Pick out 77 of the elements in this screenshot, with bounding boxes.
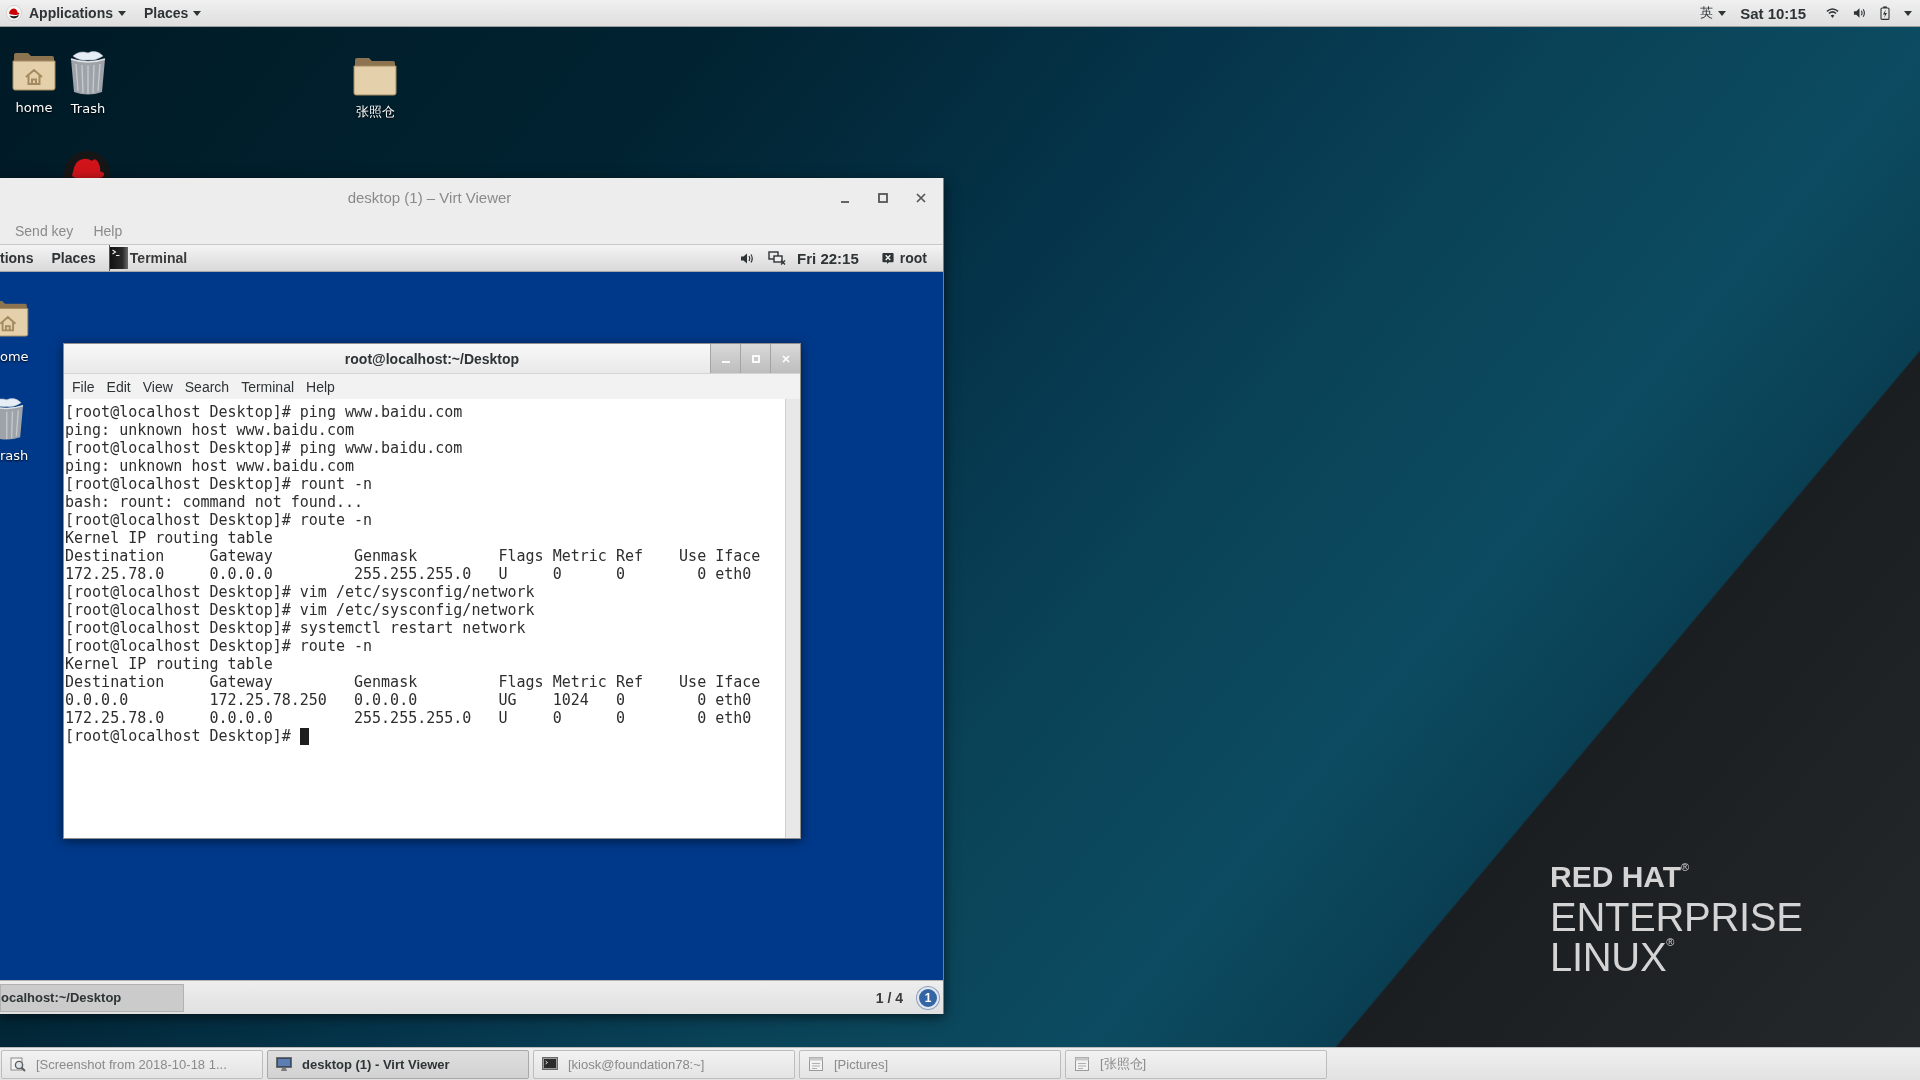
magnifier-icon bbox=[10, 1056, 26, 1072]
top-menu[interactable]: Applications bbox=[29, 0, 132, 26]
window-list-button[interactable]: ocalhost:~/Desktop bbox=[0, 983, 184, 1012]
menu-item[interactable]: Help bbox=[300, 378, 341, 395]
volume-icon[interactable] bbox=[1853, 7, 1866, 19]
desktop-icon-label[interactable]: rash bbox=[0, 448, 29, 463]
home-folder-icon[interactable] bbox=[12, 51, 56, 91]
terminal-line: [root@localhost Desktop]# ping www.baidu.com bbox=[65, 439, 464, 457]
terminal-line: Destination Gateway Genmask Flags Metric Ref Use Iface bbox=[65, 547, 762, 565]
terminal-line: Kernel IP routing table bbox=[65, 529, 274, 547]
logo-text: ENTERPRISE bbox=[1550, 897, 1803, 937]
minimize-icon bbox=[841, 200, 849, 203]
top-menu[interactable]: Places bbox=[138, 0, 208, 26]
window-icon bbox=[1074, 1056, 1090, 1072]
folder-icon[interactable] bbox=[353, 56, 397, 96]
workspace-indicator[interactable]: 1 / 4 bbox=[875, 989, 903, 1006]
volume-icon[interactable] bbox=[740, 251, 755, 265]
terminal-line: 172.25.78.0 0.0.0.0 255.255.255.0 U 0 0 0 eth0 bbox=[65, 709, 753, 727]
crossed-box-icon bbox=[880, 251, 895, 265]
terminal-prompt: [root@localhost Desktop]# bbox=[65, 727, 291, 745]
caret-icon[interactable] bbox=[1904, 10, 1912, 16]
maximize-icon bbox=[878, 192, 888, 203]
menu-item[interactable]: Search bbox=[178, 378, 236, 395]
home-folder-icon[interactable] bbox=[0, 299, 29, 337]
terminal-line: [root@localhost Desktop]# rount -n bbox=[65, 475, 374, 493]
close-icon bbox=[916, 192, 926, 203]
menu-item[interactable]: Terminal bbox=[235, 378, 301, 395]
terminal-line: Kernel IP routing table bbox=[65, 655, 274, 673]
taskbar-button[interactable]: desktop (1) - Virt Viewer bbox=[267, 1049, 529, 1079]
terminal-line: [root@localhost Desktop]# route -n bbox=[65, 637, 374, 655]
window-title: desktop (1) – Virt Viewer bbox=[346, 189, 513, 206]
terminal-line: [root@localhost Desktop]# route -n bbox=[65, 511, 374, 529]
desktop-icon-label[interactable]: ome bbox=[0, 349, 29, 364]
window-title: root@localhost:~/Desktop bbox=[343, 350, 521, 367]
battery-icon[interactable] bbox=[1880, 6, 1890, 20]
menu-item[interactable]: Edit bbox=[100, 378, 137, 395]
trash-icon[interactable] bbox=[0, 397, 26, 441]
terminal-line: Destination Gateway Genmask Flags Metric Ref Use Iface bbox=[65, 673, 762, 691]
terminal-line: ping: unknown host www.baidu.com bbox=[65, 457, 355, 475]
maximize-icon bbox=[751, 354, 760, 363]
network-icon[interactable] bbox=[768, 251, 787, 265]
notification-badge[interactable]: 1 bbox=[917, 986, 939, 1009]
user-menu-button[interactable]: root bbox=[880, 250, 927, 266]
monitor-icon bbox=[276, 1056, 292, 1072]
caret-icon bbox=[1718, 10, 1727, 16]
clock-button[interactable]: Sat 10:15 bbox=[1740, 4, 1806, 22]
scrollbar[interactable] bbox=[785, 399, 800, 838]
input-method-menu[interactable]: 英 bbox=[1694, 0, 1733, 26]
desktop-icon-label[interactable]: Trash bbox=[70, 101, 106, 116]
terminal-icon bbox=[542, 1056, 558, 1072]
logo-text: RED HAT$^{®}$ bbox=[1550, 862, 1691, 892]
clock-button[interactable]: Fri 22:15 bbox=[797, 249, 859, 267]
caret-icon bbox=[193, 10, 202, 16]
terminal-line: bash: rount: command not found... bbox=[65, 493, 364, 511]
terminal-line: 0.0.0.0 172.25.78.250 0.0.0.0 UG 1024 0 0 eth0 bbox=[65, 691, 753, 709]
window-icon bbox=[808, 1056, 824, 1072]
terminal-line: 172.25.78.0 0.0.0.0 255.255.255.0 U 0 0 0 eth0 bbox=[65, 565, 753, 583]
terminal-line: [root@localhost Desktop]# systemctl restart network bbox=[65, 619, 527, 637]
menu-item[interactable]: View bbox=[136, 378, 179, 395]
top-menu[interactable]: tions bbox=[0, 245, 41, 271]
window-list-button[interactable]: Terminal bbox=[108, 245, 192, 271]
terminal-line: [root@localhost Desktop]# vim /etc/sysconfig/network bbox=[65, 583, 536, 601]
terminal-line: [root@localhost Desktop]# vim /etc/sysconfig/network bbox=[65, 601, 536, 619]
logo-text: LINUX$^{®}$ bbox=[1550, 937, 1676, 977]
desktop-icon-label[interactable]: home bbox=[15, 100, 53, 115]
top-menu[interactable]: Places bbox=[44, 245, 103, 271]
minimize-icon bbox=[721, 361, 730, 363]
wifi-icon[interactable] bbox=[1826, 7, 1839, 19]
menu-item[interactable]: File bbox=[64, 378, 101, 395]
terminal-icon bbox=[109, 245, 128, 271]
desktop-icon-label[interactable]: 张照仓 bbox=[355, 103, 395, 121]
hat-logo-icon[interactable] bbox=[6, 5, 22, 21]
caret-icon bbox=[118, 10, 126, 16]
trash-icon[interactable] bbox=[68, 50, 108, 96]
terminal-line: ping: unknown host www.baidu.com bbox=[65, 421, 355, 439]
close-icon bbox=[781, 354, 790, 363]
terminal-line: [root@localhost Desktop]# ping www.baidu.com bbox=[65, 403, 464, 421]
